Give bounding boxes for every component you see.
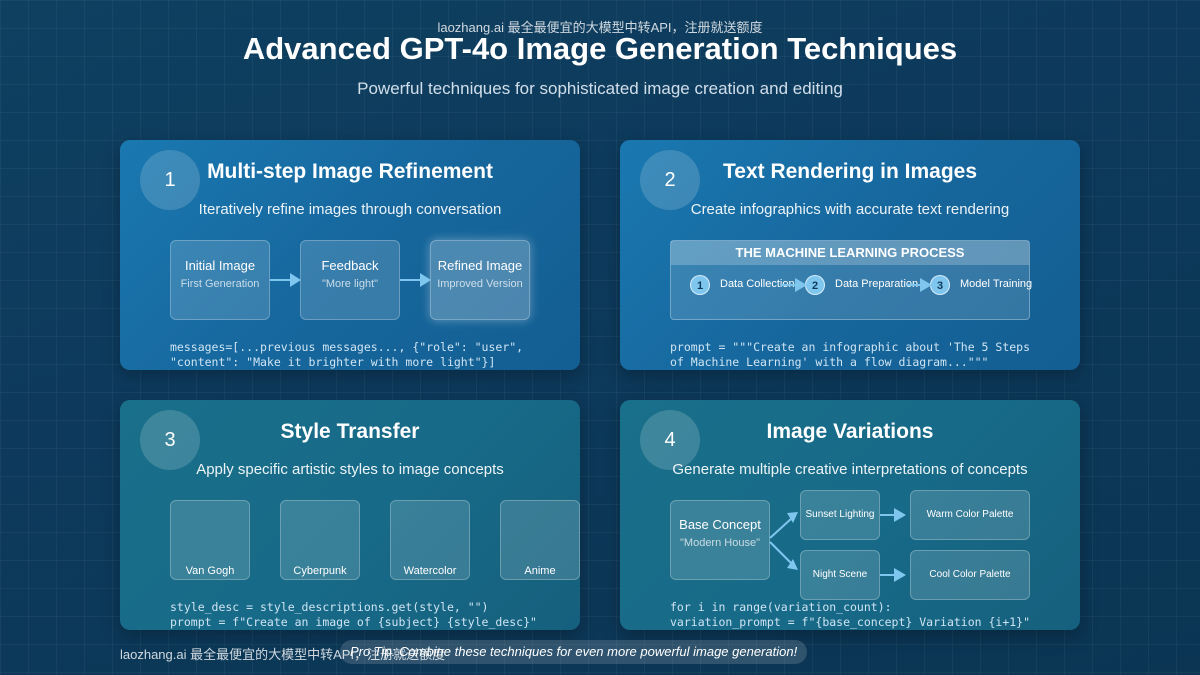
step-number-badge: 2 (805, 275, 825, 295)
card-description: Apply specific artistic styles to image … (196, 461, 504, 478)
flow-box-title: Initial Image (184, 258, 256, 273)
style-label: Van Gogh (185, 565, 235, 577)
arrow-icon (787, 512, 798, 523)
card-text-rendering: 2 Text Rendering in Images Create infogr… (620, 140, 1080, 370)
style-box-anime: Anime (500, 500, 580, 580)
step-number-badge: 1 (690, 275, 710, 295)
flow-box-initial-image: Initial Image First Generation (170, 240, 270, 320)
card-title: Text Rendering in Images (723, 160, 977, 183)
style-box-watercolor: Watercolor (390, 500, 470, 580)
card-description: Iteratively refine images through conver… (198, 201, 502, 218)
card-description: Create infographics with accurate text r… (690, 201, 1010, 218)
card-title: Style Transfer (280, 420, 420, 443)
style-label: Watercolor (403, 565, 457, 577)
code-line: of Machine Learning' with a flow diagram… (670, 355, 989, 369)
card-description: Generate multiple creative interpretatio… (672, 461, 1028, 478)
code-line: messages=[...previous messages..., {"rol… (170, 340, 524, 354)
code-snippet: messages=[...previous messages..., {"rol… (170, 340, 570, 370)
card-title: Multi-step Image Refinement (207, 160, 493, 183)
step-label: Data Preparation (835, 278, 919, 290)
style-box-cyberpunk: Cyberpunk (280, 500, 360, 580)
code-line: prompt = """Create an infographic about … (670, 340, 1031, 354)
flow-box-title: Refined Image (437, 258, 523, 273)
variation-label: Sunset Lighting (805, 509, 875, 520)
flow-box-refined-image: Refined Image Improved Version (430, 240, 530, 320)
base-concept-subtitle: "Modern House" (680, 537, 760, 549)
base-concept-title: Base Concept (679, 517, 761, 532)
flow-box-subtitle: "More light" (321, 278, 379, 290)
base-concept-box: Base Concept "Modern House" (670, 500, 770, 580)
code-line: style_desc = style_descriptions.get(styl… (170, 600, 489, 614)
page-title: Advanced GPT-4o Image Generation Techniq… (242, 31, 958, 66)
card-title: Image Variations (766, 420, 934, 443)
variation-box-night: Night Scene (800, 550, 880, 600)
code-snippet: style_desc = style_descriptions.get(styl… (170, 600, 570, 630)
style-box-van-gogh: Van Gogh (170, 500, 250, 580)
code-line: variation_prompt = f"{base_concept} Vari… (670, 615, 1031, 629)
variation-box-sunset: Sunset Lighting (800, 490, 880, 540)
arrow-right-icon (894, 508, 906, 522)
infographic-preview: THE MACHINE LEARNING PROCESS 1 Data Coll… (670, 240, 1033, 320)
code-snippet: for i in range(variation_count): variatio… (670, 600, 1070, 630)
arrow-icon (787, 559, 798, 570)
flow-box-feedback: Feedback "More light" (300, 240, 400, 320)
card-multi-step-refinement: 1 Multi-step Image Refinement Iterativel… (120, 140, 580, 370)
flow-box-title: Feedback (321, 258, 379, 273)
step-number-badge: 3 (930, 275, 950, 295)
pro-tip-banner: Pro Tip: Combine these techniques for ev… (340, 640, 808, 664)
step-label: Model Training (960, 278, 1033, 290)
code-line: "content": "Make it brighter with more l… (170, 355, 496, 369)
flow-box-subtitle: First Generation (180, 278, 260, 290)
card-image-variations: 4 Image Variations Generate multiple cre… (620, 400, 1080, 630)
code-line: for i in range(variation_count): (670, 600, 892, 614)
style-label: Cyberpunk (293, 565, 347, 577)
arrow-right-icon (894, 568, 906, 582)
step-label: Data Collection (720, 278, 795, 290)
palette-box-cool: Cool Color Palette (910, 550, 1030, 600)
card-style-transfer: 3 Style Transfer Apply specific artistic… (120, 400, 580, 630)
code-snippet: prompt = """Create an infographic about … (670, 340, 1070, 370)
palette-label: Warm Color Palette (926, 509, 1014, 520)
variation-label: Night Scene (812, 569, 868, 580)
flow-box-subtitle: Improved Version (437, 278, 523, 290)
code-line: prompt = f"Create an image of {subject} … (170, 615, 537, 629)
page-subtitle: Powerful techniques for sophisticated im… (357, 79, 843, 98)
palette-box-warm: Warm Color Palette (910, 490, 1030, 540)
infographic-header: THE MACHINE LEARNING PROCESS (671, 241, 1029, 265)
style-label: Anime (524, 565, 556, 577)
palette-label: Cool Color Palette (929, 569, 1011, 580)
